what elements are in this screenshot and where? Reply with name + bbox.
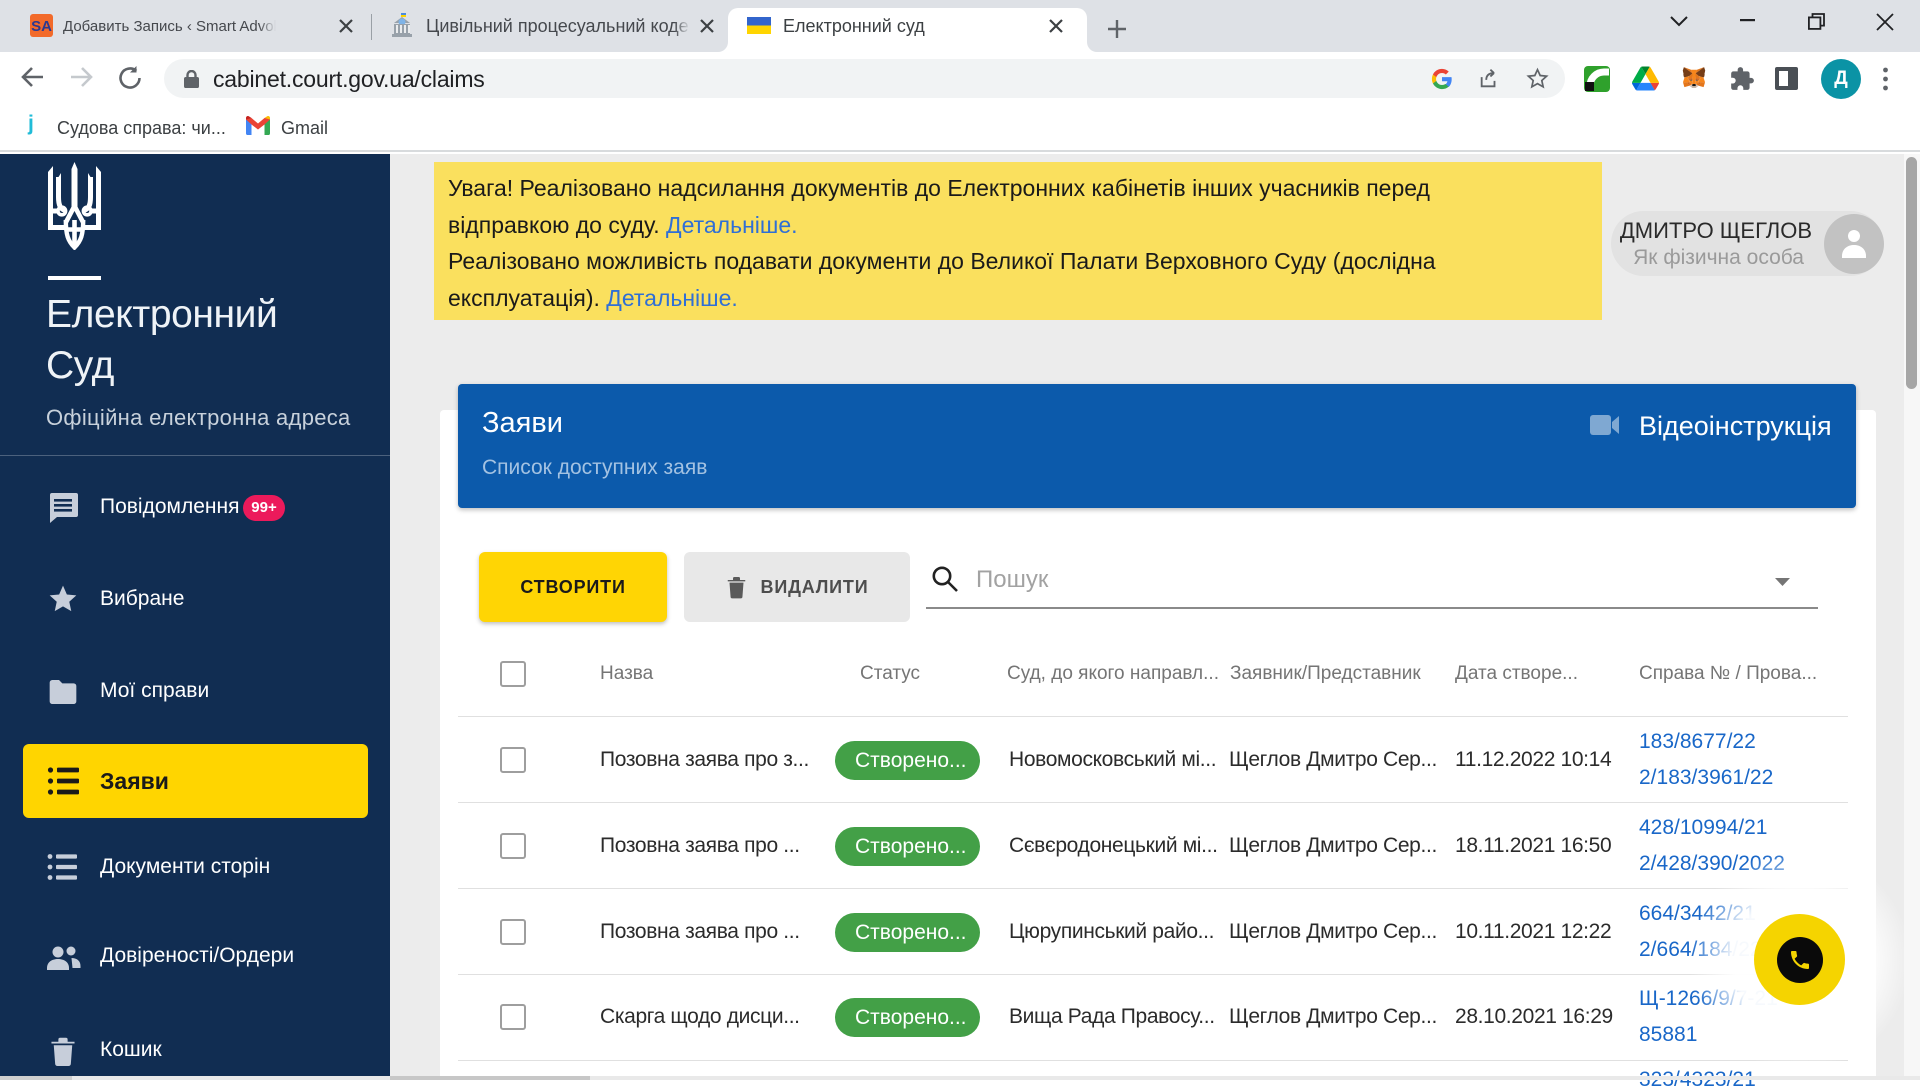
svg-text:SA: SA — [31, 18, 52, 35]
